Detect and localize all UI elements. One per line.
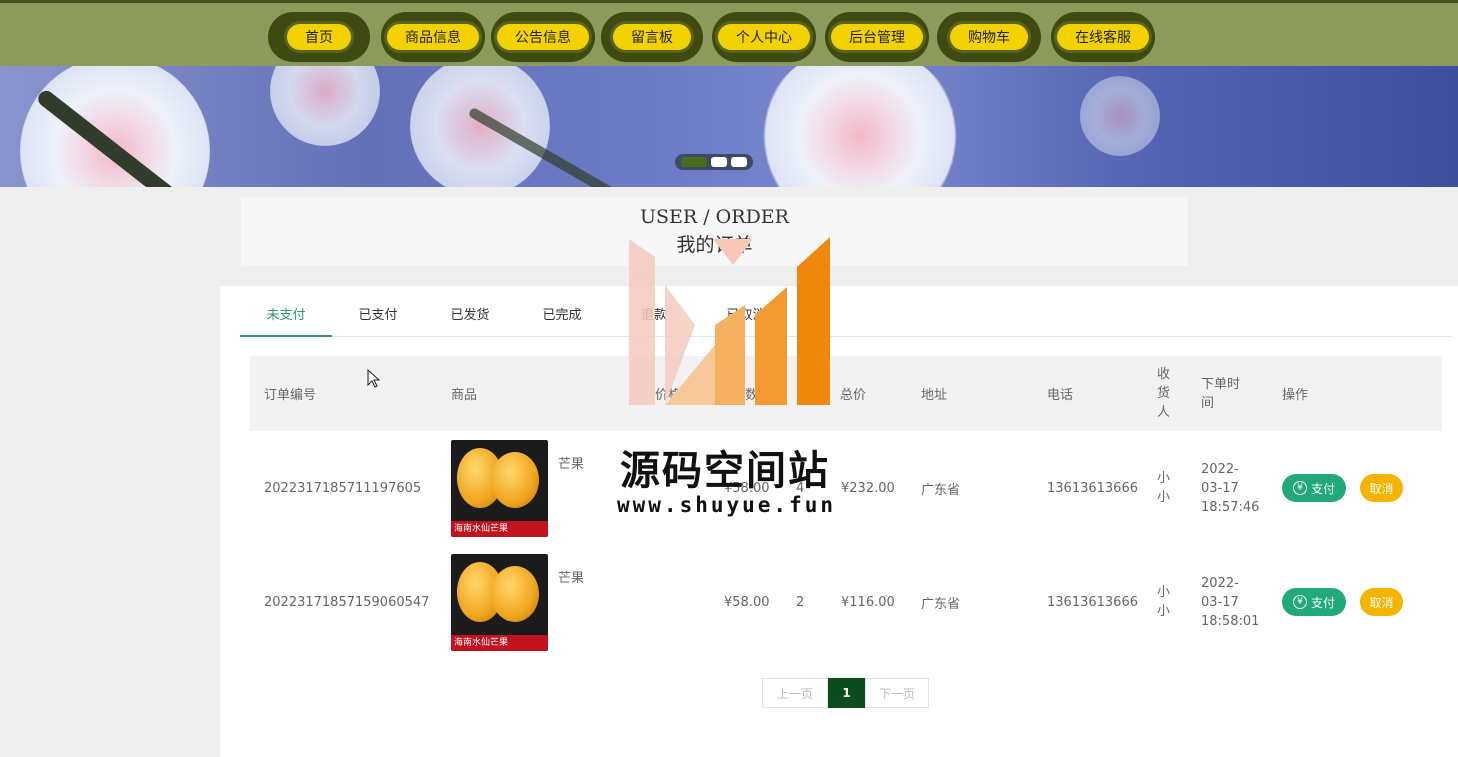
- order-status-tabs: 未支付 已支付 已发货 已完成 退款 已取消: [240, 300, 1452, 337]
- nav-products[interactable]: 商品信息: [381, 12, 485, 62]
- mouse-cursor-icon: [367, 369, 381, 388]
- blossom-image: [760, 66, 960, 187]
- blossom-image: [270, 66, 380, 146]
- nav-messages[interactable]: 留言板: [601, 12, 703, 62]
- order-no: 2022317185711197605: [264, 480, 422, 496]
- banner-carousel[interactable]: [0, 66, 1458, 187]
- tab-unpaid[interactable]: 未支付: [240, 300, 332, 337]
- blossom-image: [1080, 76, 1160, 156]
- phone: 13613613666: [1047, 594, 1138, 610]
- nav-support-label: 在线客服: [1057, 24, 1149, 50]
- total: ¥116.00: [841, 594, 895, 610]
- nav-admin[interactable]: 后台管理: [825, 12, 929, 62]
- page-1-button[interactable]: 1: [828, 678, 865, 708]
- nav-admin-label: 后台管理: [831, 24, 923, 50]
- nav-products-label: 商品信息: [387, 24, 479, 50]
- mango-image: [491, 452, 539, 508]
- nav-home[interactable]: 首页: [268, 12, 370, 62]
- next-page-button[interactable]: 下一页: [865, 678, 929, 708]
- table-header: 订单编号 商品 价格 数量 总价 地址 电话 收货人 下单时间 操作: [250, 356, 1442, 431]
- carousel-dot-3[interactable]: [731, 157, 747, 167]
- pay-button[interactable]: ¥ 支付: [1282, 588, 1346, 616]
- pay-label: 支付: [1310, 481, 1335, 496]
- nav-notices-label: 公告信息: [497, 24, 589, 50]
- tab-shipped[interactable]: 已发货: [424, 300, 516, 337]
- yen-icon: ¥: [1292, 481, 1307, 495]
- nav-home-label: 首页: [287, 24, 351, 50]
- order-no: 20223171857159060547: [264, 594, 430, 610]
- th-time: 下单时间: [1201, 376, 1241, 411]
- tab-paid[interactable]: 已支付: [332, 300, 424, 337]
- carousel-dot-2[interactable]: [711, 157, 727, 167]
- product-name[interactable]: 芒果: [558, 453, 584, 472]
- th-address: 地址: [921, 388, 948, 403]
- table-row: 2022317185711197605 海南水仙芒果 芒果 ¥58.00 4 ¥…: [250, 431, 1442, 545]
- pagination: 上一页 1 下一页: [762, 678, 929, 708]
- phone: 13613613666: [1047, 480, 1138, 496]
- receiver: 小小: [1157, 471, 1171, 505]
- carousel-indicator: [675, 154, 753, 170]
- thumb-caption: 海南水仙芒果: [451, 521, 548, 537]
- address: 广东省: [921, 596, 961, 612]
- price: ¥58.00: [724, 594, 770, 610]
- pay-button[interactable]: ¥ 支付: [1282, 474, 1346, 502]
- th-actions: 操作: [1282, 388, 1309, 403]
- carousel-dot-1[interactable]: [681, 157, 707, 167]
- mango-image: [491, 566, 539, 622]
- page-title-en: USER / ORDER: [640, 206, 789, 228]
- product-name[interactable]: 芒果: [558, 567, 584, 586]
- top-nav: 首页 商品信息 公告信息 留言板 个人中心 后台管理 购物车 在线客服: [0, 0, 1458, 66]
- nav-cart-label: 购物车: [950, 24, 1028, 50]
- total: ¥232.00: [841, 480, 895, 496]
- table-row: 20223171857159060547 海南水仙芒果 芒果 ¥58.00 2 …: [250, 545, 1442, 659]
- cancel-button[interactable]: 取消: [1360, 474, 1403, 502]
- watermark-logo-icon: [629, 237, 830, 405]
- thumb-caption: 海南水仙芒果: [451, 635, 548, 651]
- watermark-url: www.shuyue.fun: [617, 493, 837, 517]
- order-time: 2022-03-17 18:58:01: [1201, 575, 1260, 629]
- blossom-image: [410, 66, 550, 187]
- th-phone: 电话: [1047, 388, 1074, 403]
- order-time: 2022-03-17 18:57:46: [1201, 461, 1260, 515]
- yen-icon: ¥: [1292, 595, 1307, 609]
- th-receiver: 收货人: [1157, 367, 1171, 420]
- th-total: 总价: [840, 388, 867, 403]
- nav-notices[interactable]: 公告信息: [491, 12, 595, 62]
- tab-completed[interactable]: 已完成: [516, 300, 608, 337]
- nav-cart[interactable]: 购物车: [937, 12, 1041, 62]
- receiver: 小小: [1157, 585, 1171, 619]
- pay-label: 支付: [1310, 595, 1335, 610]
- product-thumbnail[interactable]: 海南水仙芒果: [451, 440, 548, 537]
- address: 广东省: [921, 482, 961, 498]
- nav-messages-label: 留言板: [613, 24, 691, 50]
- quantity: 2: [796, 594, 805, 610]
- watermark-text: 源码空间站: [620, 448, 830, 494]
- product-thumbnail[interactable]: 海南水仙芒果: [451, 554, 548, 651]
- th-product: 商品: [451, 388, 478, 403]
- nav-profile-label: 个人中心: [718, 24, 810, 50]
- orders-panel: 未支付 已支付 已发货 已完成 退款 已取消 订单编号 商品 价格 数量 总价 …: [220, 286, 1458, 757]
- blossom-image: [20, 66, 210, 187]
- prev-page-button[interactable]: 上一页: [762, 678, 828, 708]
- nav-support[interactable]: 在线客服: [1051, 12, 1155, 62]
- th-order-no: 订单编号: [264, 388, 317, 403]
- nav-profile[interactable]: 个人中心: [712, 12, 816, 62]
- cancel-button[interactable]: 取消: [1360, 588, 1403, 616]
